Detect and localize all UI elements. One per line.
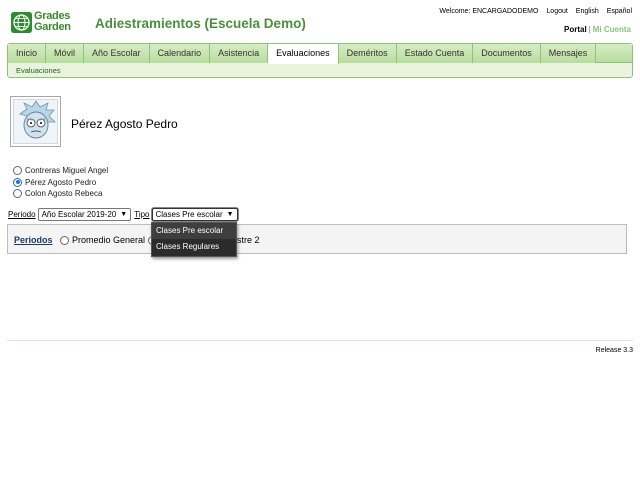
tipo-dropdown-list: Clases Pre escolar Clases Regulares <box>151 222 237 257</box>
student-option[interactable]: Contreras Miguel Angel <box>13 165 108 177</box>
english-link[interactable]: English <box>576 8 599 15</box>
tipo-select-value: Clases Pre escolar <box>155 210 223 219</box>
portal-links: Portal | Mi Cuenta <box>564 25 631 34</box>
radio-button[interactable] <box>13 189 22 199</box>
radio-button[interactable] <box>13 166 22 176</box>
mi-cuenta-link[interactable]: Mi Cuenta <box>593 25 631 34</box>
tab-ano-escolar[interactable]: Año Escolar <box>84 44 150 63</box>
dropdown-option-regulares[interactable]: Clases Regulares <box>152 239 236 255</box>
footer-divider <box>7 340 633 341</box>
logout-link[interactable]: Logout <box>546 8 567 15</box>
tipo-label: Tipo <box>134 210 150 219</box>
filters-row: Periodo Año Escolar 2019-20 ▼ Tipo Clase… <box>8 208 241 221</box>
release-version: Release 3.3 <box>595 347 633 354</box>
tab-estado-cuenta[interactable]: Estado Cuenta <box>396 44 474 63</box>
period-option-label: Promedio General <box>72 235 146 245</box>
dropdown-option-pre-escolar[interactable]: Clases Pre escolar <box>152 223 236 239</box>
student-option-label: Pérez Agosto Pedro <box>25 177 97 187</box>
periodo-label: Periodo <box>8 210 36 219</box>
student-option-label: Colon Agosto Rebeca <box>25 189 103 199</box>
periodos-label[interactable]: Periodos <box>14 235 53 245</box>
student-selector: Contreras Miguel Angel Pérez Agosto Pedr… <box>13 165 108 200</box>
tab-demeritos[interactable]: Deméritos <box>338 44 397 63</box>
espanol-link[interactable]: Español <box>607 8 632 15</box>
tab-mensajes[interactable]: Mensajes <box>540 44 597 63</box>
periodo-select[interactable]: Año Escolar 2019-20 ▼ <box>37 208 132 221</box>
app-title: Adiestramientos (Escuela Demo) <box>95 16 306 31</box>
portal-separator: | <box>588 25 591 34</box>
tab-documentos[interactable]: Documentos <box>473 44 541 63</box>
grades-garden-logo[interactable]: Grades Garden <box>11 11 71 34</box>
tab-movil[interactable]: Móvil <box>46 44 85 63</box>
student-name: Pérez Agosto Pedro <box>71 117 178 131</box>
student-option[interactable]: Colon Agosto Rebeca <box>13 188 108 200</box>
logo-text: Grades Garden <box>34 10 71 33</box>
period-option-promedio[interactable]: Promedio General <box>60 235 145 245</box>
radio-button[interactable] <box>60 235 69 245</box>
tipo-select[interactable]: Clases Pre escolar ▼ <box>151 208 238 221</box>
avatar-face-icon <box>13 99 58 144</box>
student-avatar <box>10 96 61 147</box>
globe-icon <box>11 12 32 33</box>
subnav-evaluaciones[interactable]: Evaluaciones <box>16 66 61 75</box>
chevron-down-icon: ▼ <box>120 211 128 218</box>
chevron-down-icon: ▼ <box>226 211 234 218</box>
tab-bar: Inicio Móvil Año Escolar Calendario Asis… <box>8 44 597 64</box>
tab-calendario[interactable]: Calendario <box>149 44 211 63</box>
periods-panel: Periodos Promedio General estre 2 <box>7 224 627 254</box>
student-option[interactable]: Pérez Agosto Pedro <box>13 177 108 189</box>
student-option-label: Contreras Miguel Angel <box>25 166 109 176</box>
main-nav: Inicio Móvil Año Escolar Calendario Asis… <box>7 43 633 78</box>
welcome-text: Welcome: ENCARGADODEMO <box>439 8 539 15</box>
periodo-select-value: Año Escolar 2019-20 <box>41 210 117 219</box>
radio-button-selected[interactable] <box>13 177 22 187</box>
tab-inicio[interactable]: Inicio <box>8 44 47 63</box>
tab-asistencia[interactable]: Asistencia <box>210 44 269 63</box>
top-links: Welcome: ENCARGADODEMO Logout English Es… <box>433 8 632 15</box>
tab-evaluaciones[interactable]: Evaluaciones <box>268 44 339 64</box>
portal-link[interactable]: Portal <box>564 25 587 34</box>
